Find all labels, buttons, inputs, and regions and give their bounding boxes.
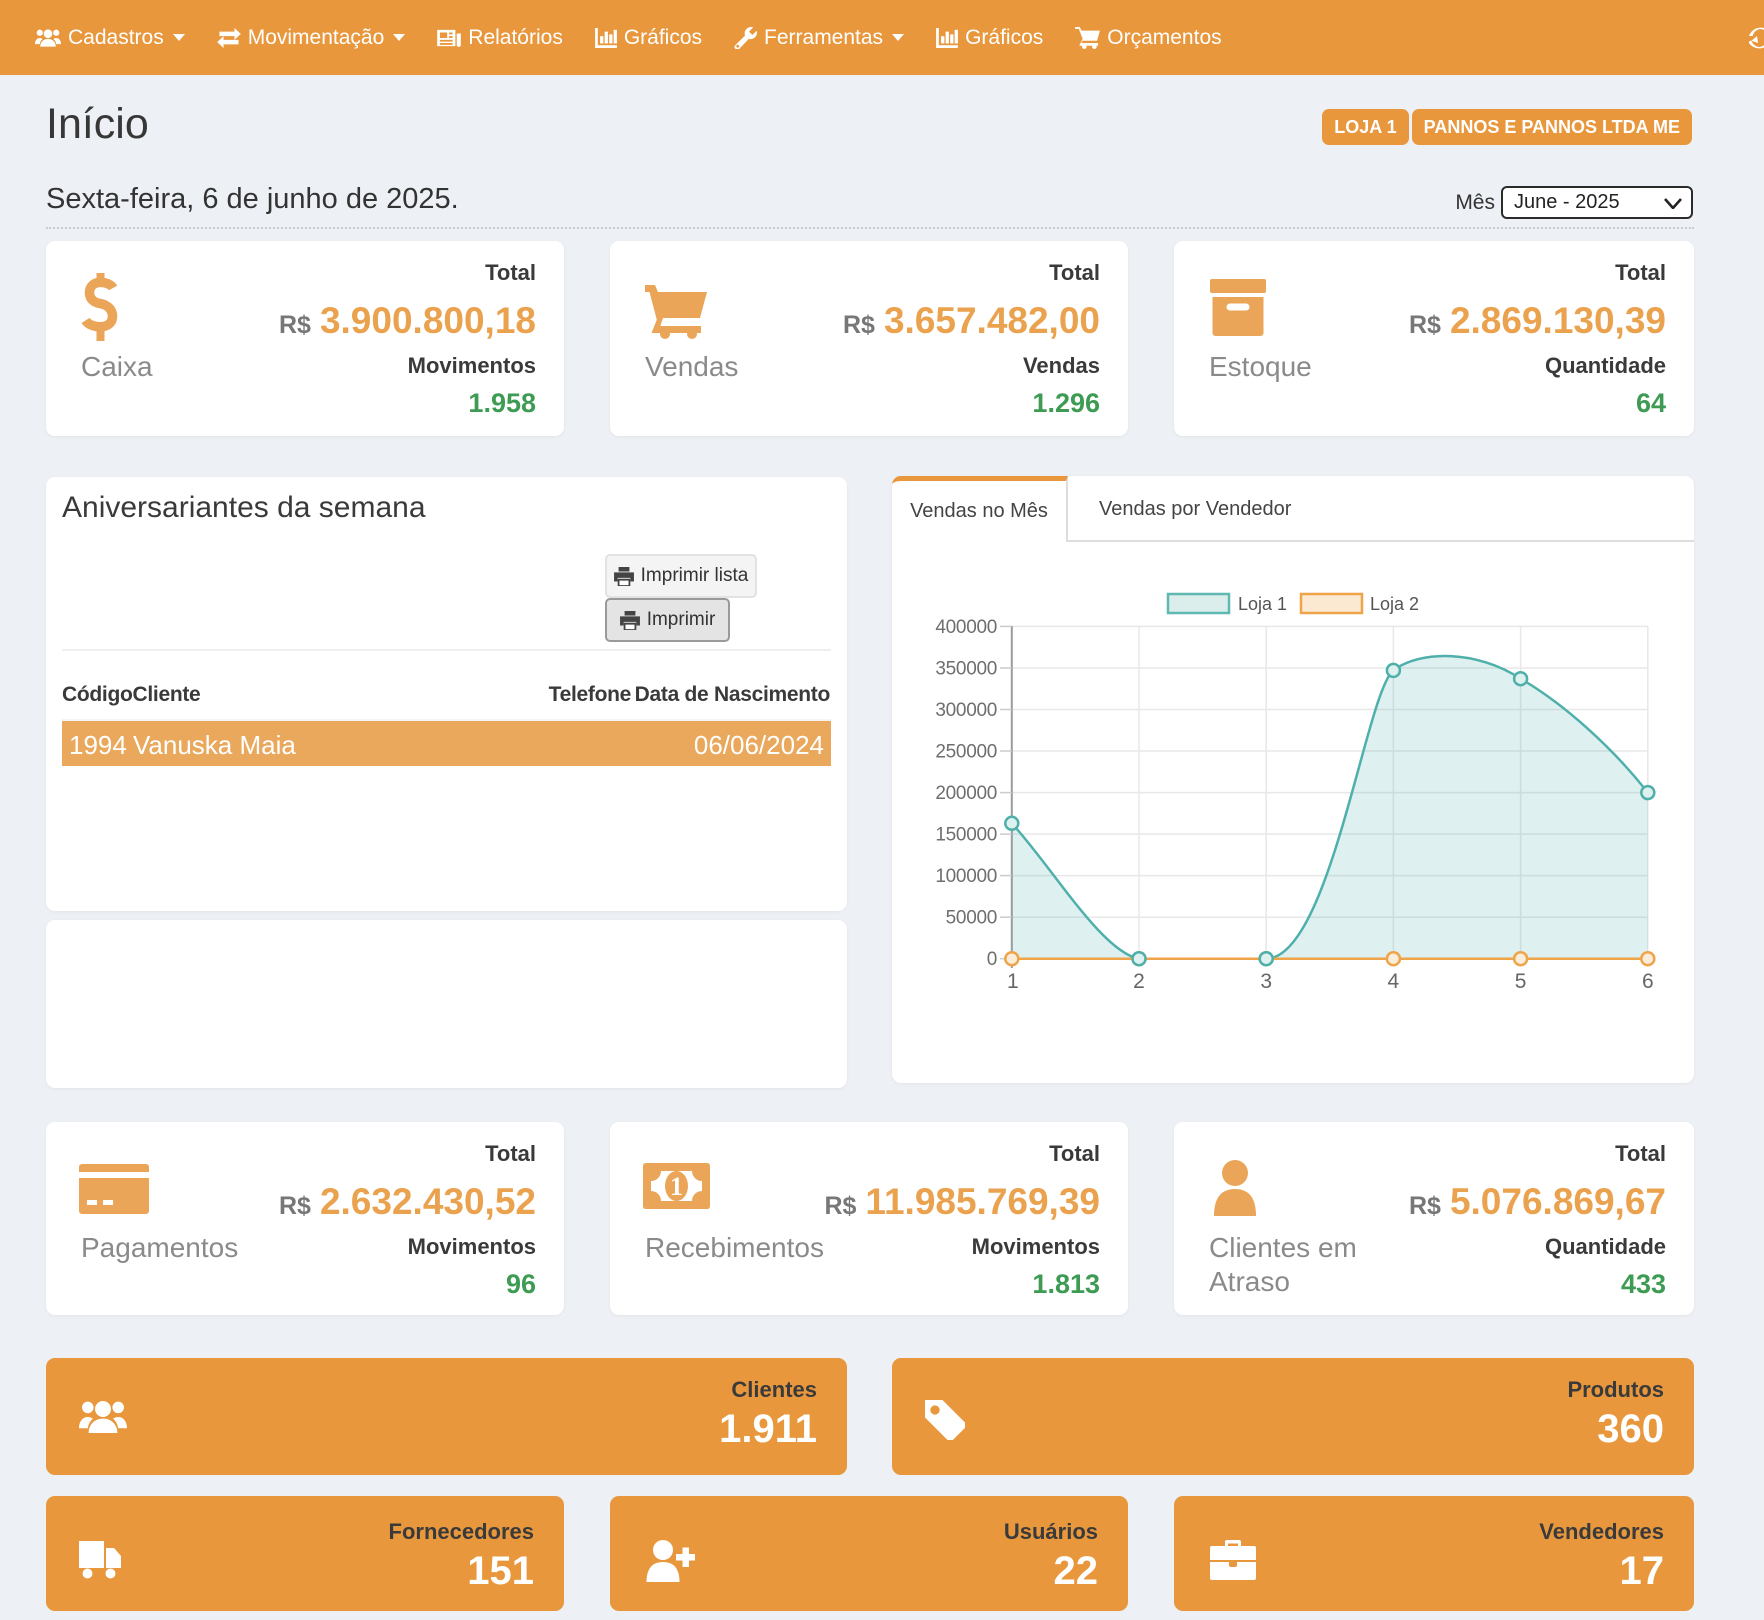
svg-text:3: 3 [1260, 970, 1272, 993]
svg-text:0: 0 [987, 949, 997, 970]
svg-text:200000: 200000 [935, 783, 997, 804]
svg-text:1: 1 [1007, 970, 1019, 993]
svg-text:100000: 100000 [935, 866, 997, 887]
svg-text:6: 6 [1642, 970, 1654, 993]
svg-text:150000: 150000 [935, 825, 997, 846]
svg-text:50000: 50000 [946, 908, 997, 929]
svg-text:4: 4 [1388, 970, 1400, 993]
svg-text:300000: 300000 [935, 700, 997, 721]
svg-text:350000: 350000 [935, 659, 997, 680]
svg-text:2: 2 [1133, 970, 1145, 993]
svg-text:400000: 400000 [935, 617, 997, 638]
svg-text:250000: 250000 [935, 742, 997, 763]
svg-text:5: 5 [1515, 970, 1527, 993]
svg-text:Loja 1: Loja 1 [1238, 594, 1287, 614]
svg-text:Loja 2: Loja 2 [1370, 594, 1419, 614]
svg-text:1: 1 [670, 1172, 683, 1201]
